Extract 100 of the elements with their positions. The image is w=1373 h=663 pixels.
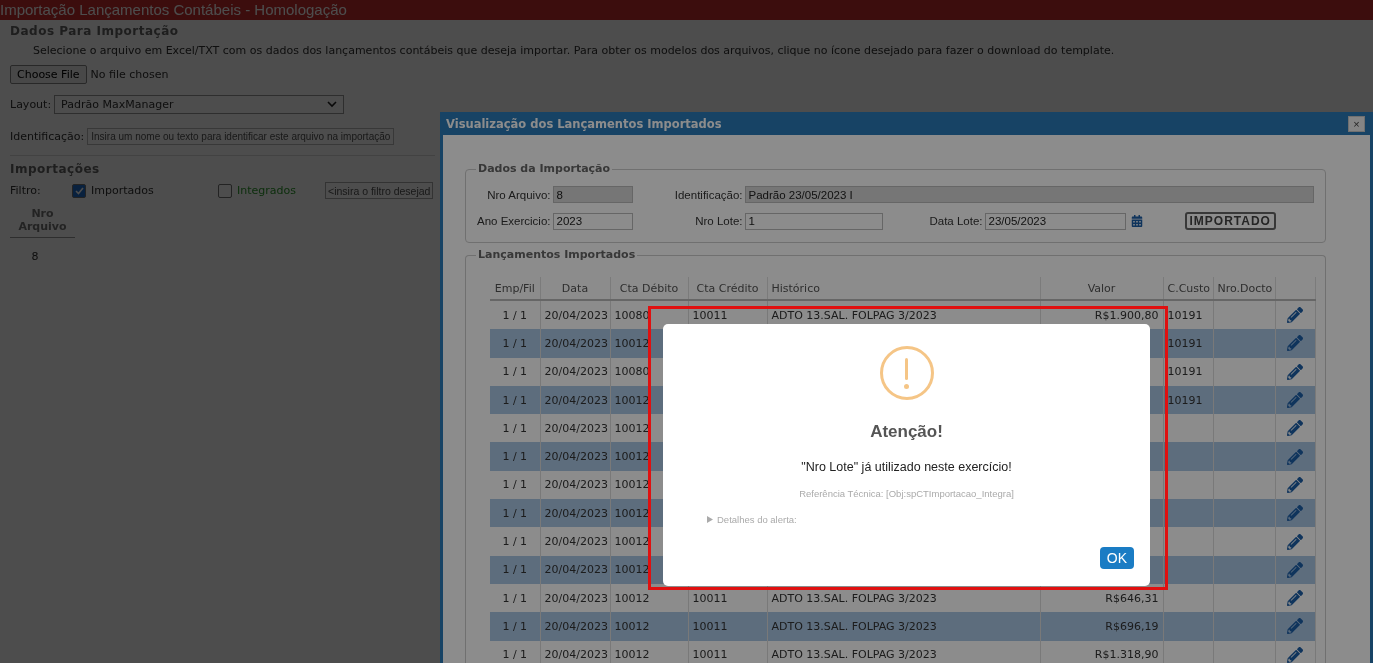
table-cell: 10012 (614, 535, 650, 548)
table-cell: 20/04/2023 (544, 591, 608, 605)
field-label: Ano Exercicio: (477, 215, 552, 227)
table-cell: ADTO 13.SAL. FOLPAG 3/2023 (771, 619, 937, 633)
calendar-icon[interactable] (1130, 215, 1143, 227)
table-cell: 1 / 1 (502, 365, 528, 379)
status-stamp: IMPORTADO (1184, 212, 1276, 230)
checkbox[interactable] (72, 183, 86, 198)
edit-button[interactable] (1287, 335, 1303, 352)
details-toggle[interactable]: Detalhes do alerta: (707, 514, 797, 525)
table-cell: R$1.900,80 (1094, 308, 1159, 322)
table-cell: 1 / 1 (502, 450, 528, 464)
table-cell: 1 / 1 (502, 421, 528, 435)
field-label: Layout: (10, 98, 52, 111)
edit-button[interactable] (1287, 590, 1303, 607)
table-cell: 10012 (614, 478, 650, 492)
field-label: Data Lote: (928, 215, 984, 227)
alert-message: "Nro Lote" já utilizado neste exercício! (801, 460, 1012, 474)
fieldset-legend: Dados da Importação (476, 162, 613, 175)
field-label: Identificação: (10, 130, 85, 143)
field-label: Nro Arquivo: (486, 188, 552, 201)
edit-button[interactable] (1287, 307, 1303, 324)
table-cell: 10011 (692, 591, 728, 605)
text-input[interactable]: 1 (744, 212, 883, 230)
table-cell: 10012 (614, 450, 650, 464)
table-cell: 20/04/2023 (544, 648, 608, 662)
table-cell: 20/04/2023 (544, 478, 608, 492)
table-cell: 1 / 1 (502, 308, 528, 322)
edit-button[interactable] (1287, 363, 1303, 380)
edit-button[interactable] (1287, 505, 1303, 522)
table-cell: 10191 (1167, 393, 1203, 407)
file-status: No file chosen (90, 68, 169, 81)
table-cell: R$646,31 (1105, 591, 1159, 605)
table-cell: 20/04/2023 (544, 365, 608, 379)
table-cell: 20/04/2023 (544, 308, 608, 322)
field-label: Identificação: (673, 188, 744, 201)
text-input[interactable]: 23/05/2023 (984, 212, 1126, 230)
alert-title: Atenção! (870, 422, 943, 442)
table-cell: 20/04/2023 (544, 450, 608, 464)
table-cell: 20/04/2023 (544, 535, 608, 548)
table-cell: 1 / 1 (502, 393, 528, 407)
table-cell: R$1.318,90 (1094, 648, 1159, 662)
text-input[interactable]: 8 (552, 186, 633, 203)
table-cell: ADTO 13.SAL. FOLPAG 3/2023 (771, 648, 937, 662)
dialog-title: Visualização dos Lançamentos Importados (446, 116, 722, 131)
table-cell: 10080 (614, 308, 650, 322)
table-cell: 1 / 1 (502, 648, 528, 662)
edit-button[interactable] (1287, 476, 1303, 493)
technical-reference: Referência Técnica: [Obj:spCTImportacao_Integra] (799, 488, 1014, 499)
checkbox[interactable] (218, 183, 232, 198)
edit-button[interactable] (1287, 448, 1303, 465)
field-label: Filtro: (10, 184, 42, 197)
edit-button[interactable] (1287, 618, 1303, 635)
table-cell: ADTO 13.SAL. FOLPAG 3/2023 (771, 591, 937, 605)
table-cell: 20/04/2023 (544, 336, 608, 350)
edit-button[interactable] (1287, 533, 1303, 550)
table-cell: 20/04/2023 (544, 421, 608, 435)
choose-file-button[interactable]: Choose File (10, 65, 87, 84)
close-button[interactable]: × (1348, 115, 1365, 132)
table-cell: 10191 (1167, 336, 1203, 350)
table-cell: 10011 (692, 308, 728, 322)
table-cell: 20/04/2023 (544, 619, 608, 633)
table-cell: 1 / 1 (502, 563, 528, 577)
table-cell: R$696,19 (1105, 619, 1159, 633)
page-title: Importação Lançamentos Contábeis - Homologação (0, 0, 1373, 20)
edit-button[interactable] (1287, 392, 1303, 409)
table-cell: 10011 (692, 648, 728, 662)
table-cell: 1 / 1 (502, 619, 528, 633)
layout-select[interactable]: Padrão MaxManager (54, 95, 345, 114)
chevron-down-icon (327, 101, 338, 108)
table-cell: 1 / 1 (502, 506, 528, 520)
disclosure-triangle-icon (707, 516, 713, 523)
edit-button[interactable] (1287, 561, 1303, 578)
checkbox-label: Importados (91, 184, 154, 197)
table-cell: 1 / 1 (502, 591, 528, 605)
field-label: Nro Lote: (694, 215, 744, 227)
table-cell: 20/04/2023 (544, 393, 608, 407)
table-cell: 1 / 1 (502, 478, 528, 492)
table-cell: 10191 (1167, 365, 1203, 379)
table-cell: 10080 (614, 365, 650, 379)
table-cell: 1 / 1 (502, 336, 528, 350)
table-cell: 10012 (614, 591, 650, 605)
table-cell: 10012 (614, 619, 650, 633)
table-cell: 10191 (1167, 308, 1203, 322)
table-cell: 1 / 1 (502, 535, 528, 548)
ok-button[interactable]: OK (1099, 547, 1134, 569)
table-cell: 10012 (614, 393, 650, 407)
fieldset-legend: Lançamentos Importados (476, 248, 638, 261)
table-cell: 10012 (614, 336, 650, 350)
table-cell-text: 8 (30, 249, 40, 263)
edit-button[interactable] (1287, 420, 1303, 437)
checkbox-label: Integrados (237, 184, 296, 197)
table-cell: 20/04/2023 (544, 506, 608, 520)
table-cell: 10012 (614, 506, 650, 520)
table-cell: ADTO 13.SAL. FOLPAG 3/2023 (771, 308, 937, 322)
edit-button[interactable] (1287, 646, 1303, 663)
text-input[interactable]: Padrão 23/05/2023 I (744, 186, 1314, 203)
table-cell: 20/04/2023 (544, 563, 608, 577)
text-input[interactable]: 2023 (552, 212, 633, 230)
table-cell: 10012 (614, 563, 650, 577)
